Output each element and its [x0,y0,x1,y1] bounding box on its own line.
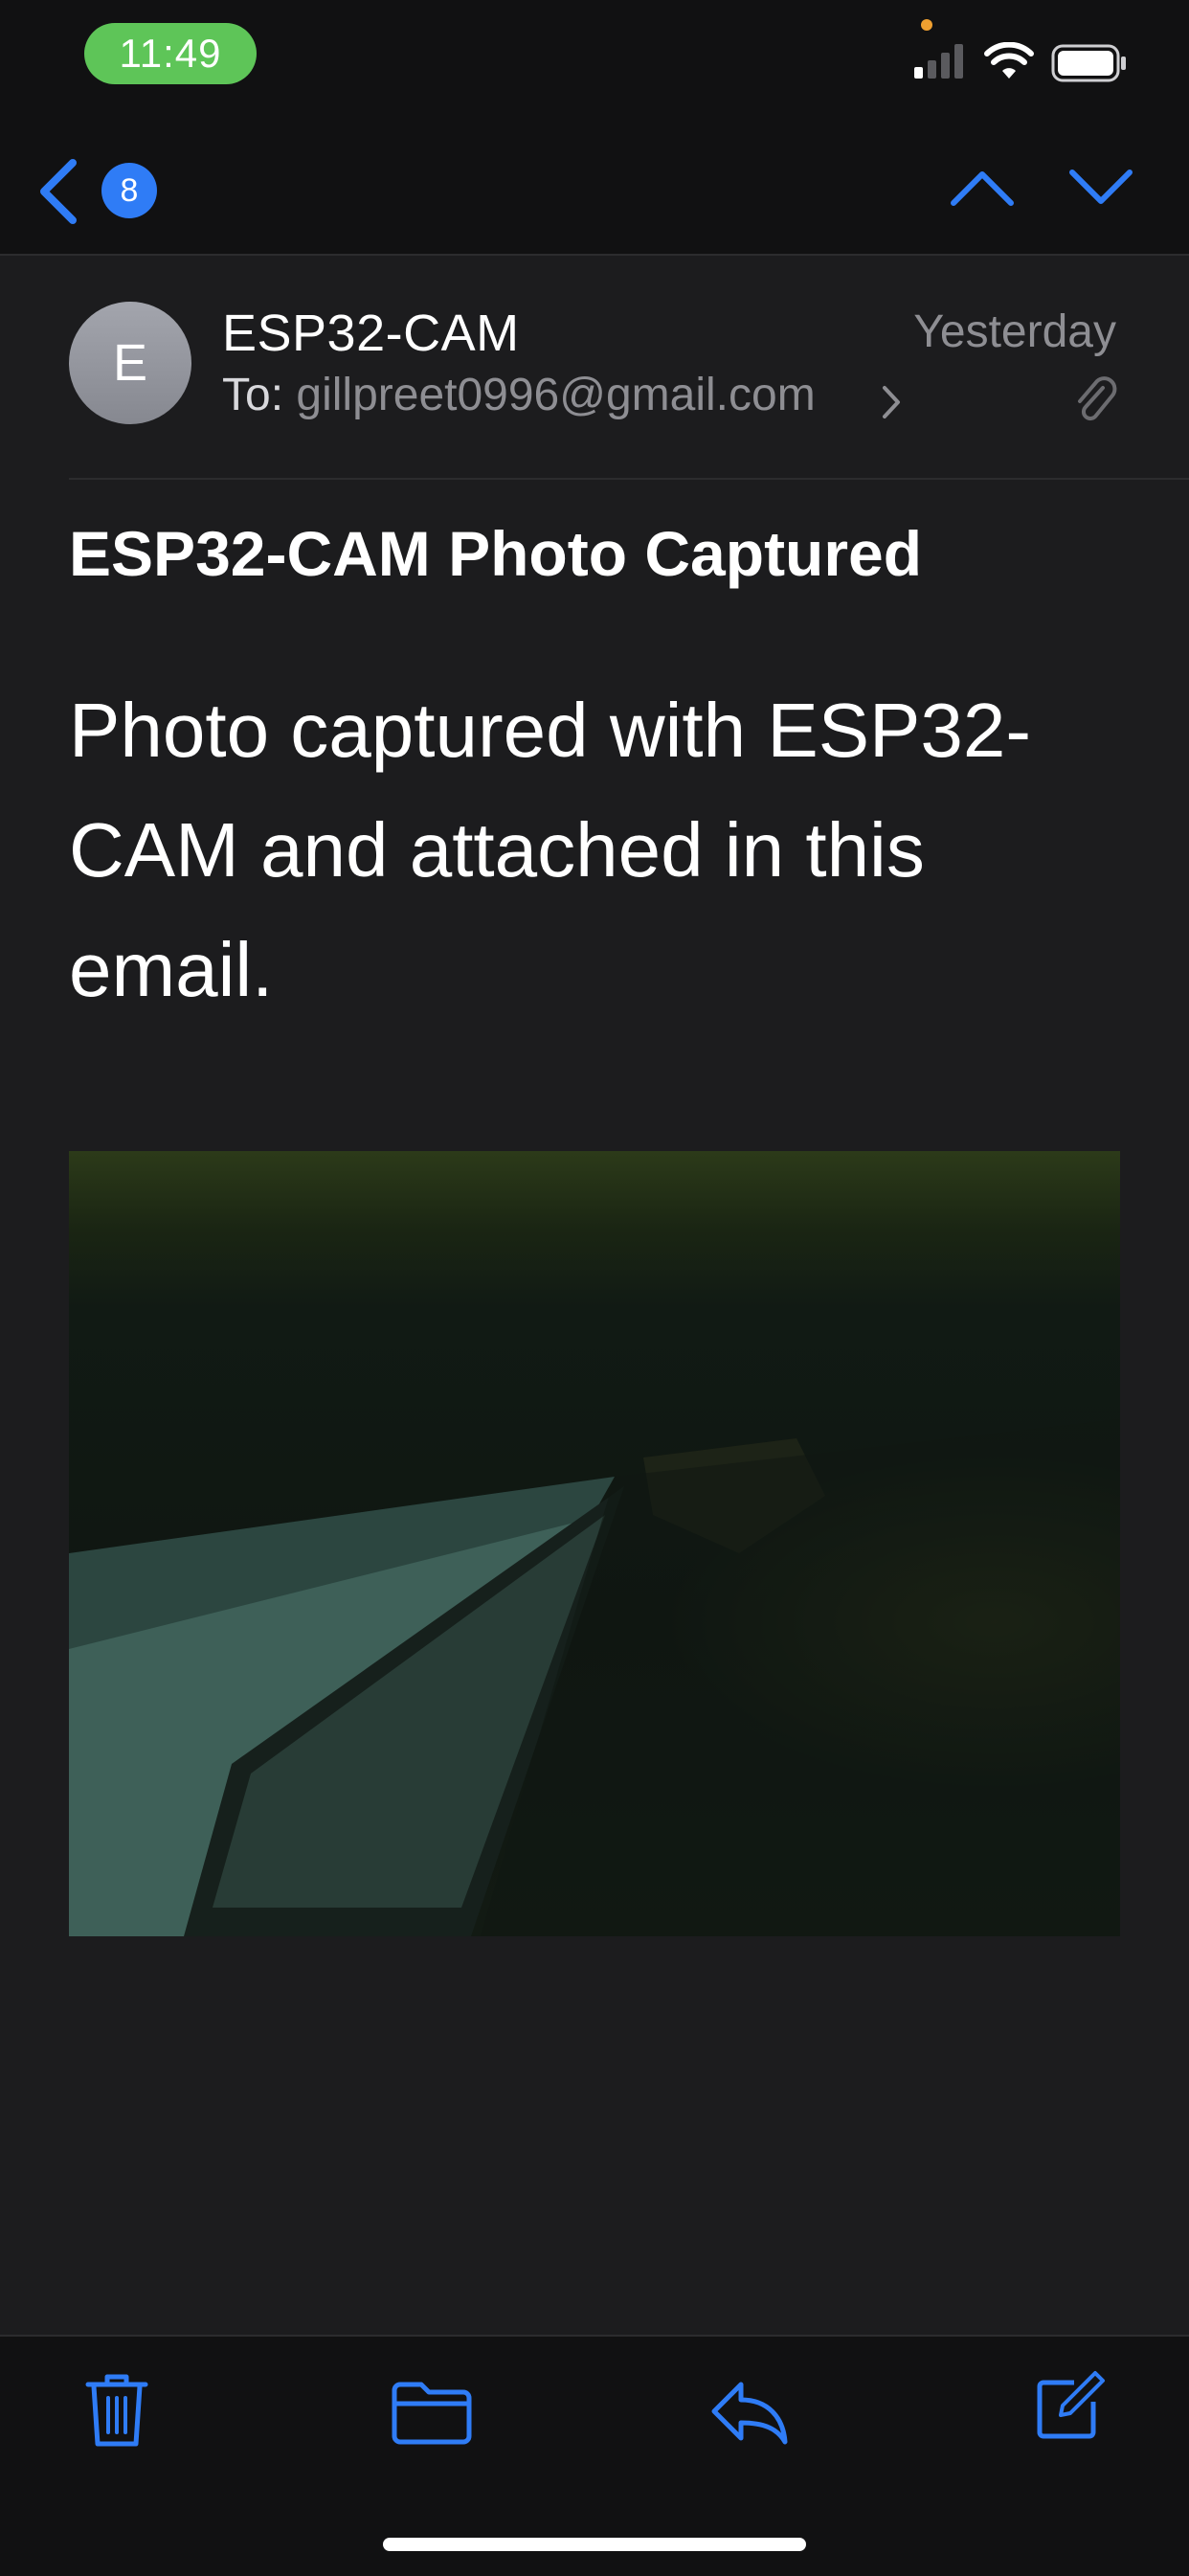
navigation-bar: 8 [0,134,1189,256]
home-indicator[interactable] [383,2538,806,2551]
reply-icon[interactable] [708,2379,791,2446]
unread-count-badge[interactable]: 8 [101,163,157,218]
sender-avatar[interactable]: E [69,302,191,424]
message-header: E ESP32-CAM To: gillpreet0996@gmail.com … [0,256,1189,482]
message-subject: ESP32-CAM Photo Captured [69,518,923,589]
chevron-left-icon[interactable] [34,157,80,226]
battery-icon [1051,44,1126,82]
chevron-down-icon[interactable] [1066,167,1135,209]
message-body: Photo captured with ESP32-CAM and attach… [69,688,1032,1012]
wifi-icon [984,42,1034,79]
sender-name[interactable]: ESP32-CAM [222,304,520,363]
paperclip-icon [1078,376,1117,421]
recipient-address[interactable]: gillpreet0996@gmail.com [296,370,815,420]
chevron-up-icon[interactable] [948,167,1017,209]
chevron-right-icon[interactable] [881,384,902,420]
attached-photo[interactable] [69,1151,1120,1936]
recipient-row[interactable]: To: gillpreet0996@gmail.com [222,369,816,421]
photo-scene [69,1419,1120,1936]
message-date: Yesterday [913,306,1116,357]
compose-icon[interactable] [1034,2369,1107,2442]
folder-icon[interactable] [391,2379,473,2446]
status-bar: 11:49 [0,0,1189,134]
to-label: To: [222,370,284,420]
privacy-indicator-dot [921,19,932,31]
header-divider [69,478,1189,480]
trash-icon[interactable] [82,2369,151,2450]
status-time: 11:49 [84,23,257,84]
cellular-signal-icon [914,44,963,79]
